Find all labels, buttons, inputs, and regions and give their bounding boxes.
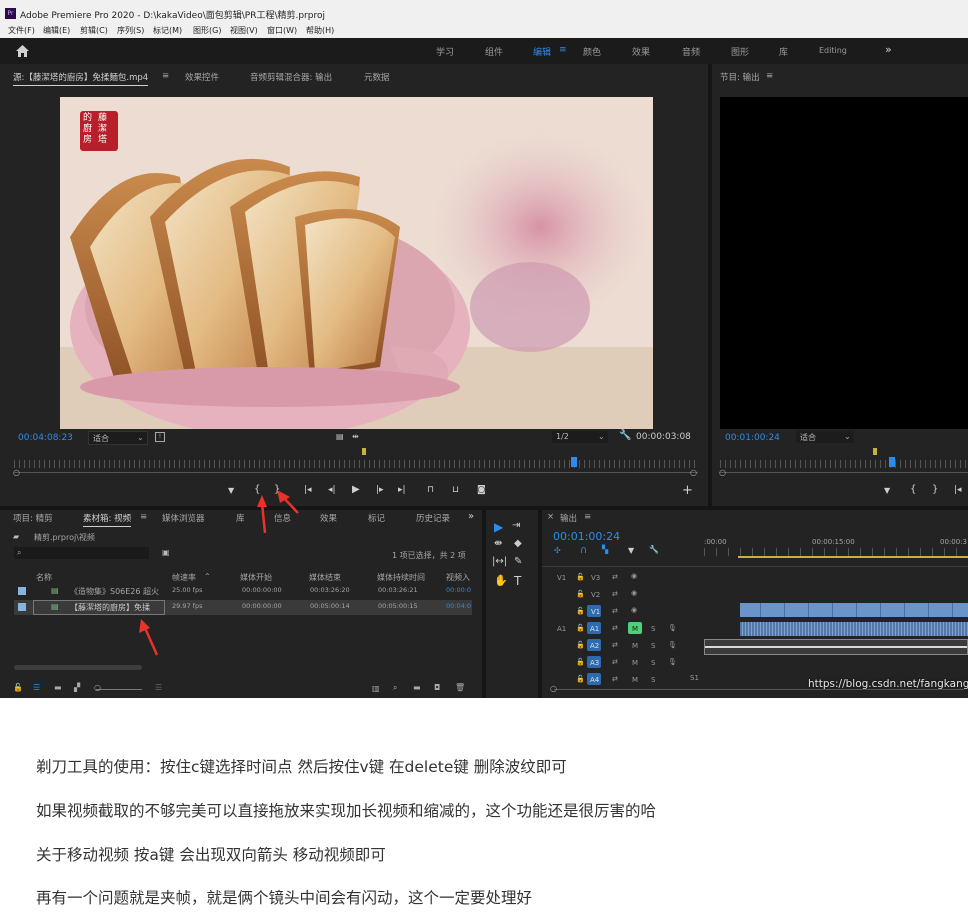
annotation-arrows [139,490,299,656]
premiere-window: Pr Adobe Premiere Pro 2020 - D:\kakaVide… [0,0,968,698]
article-paragraph: 如果视频截取的不够完美可以直接拖放来实现加长视频和缩减的，这个功能还是很厉害的哈 [36,802,657,820]
article-paragraph: 关于移动视频 按a键 会出现双向箭头 移动视频即可 [36,846,386,864]
article-paragraph: 剃刀工具的使用：按住c键选择时间点 然后按住v键 在delete键 删除波纹即可 [36,758,567,776]
annotation-arrow-1 [260,502,267,534]
annotation-arrowhead-3 [139,619,150,633]
article-paragraph: 再有一个问题就是夹帧，就是俩个镜头中间会有闪动，这个一定要处理好 [36,889,533,907]
annotation-arrow-3 [143,627,159,656]
annotation-arrowhead-1 [257,495,267,507]
